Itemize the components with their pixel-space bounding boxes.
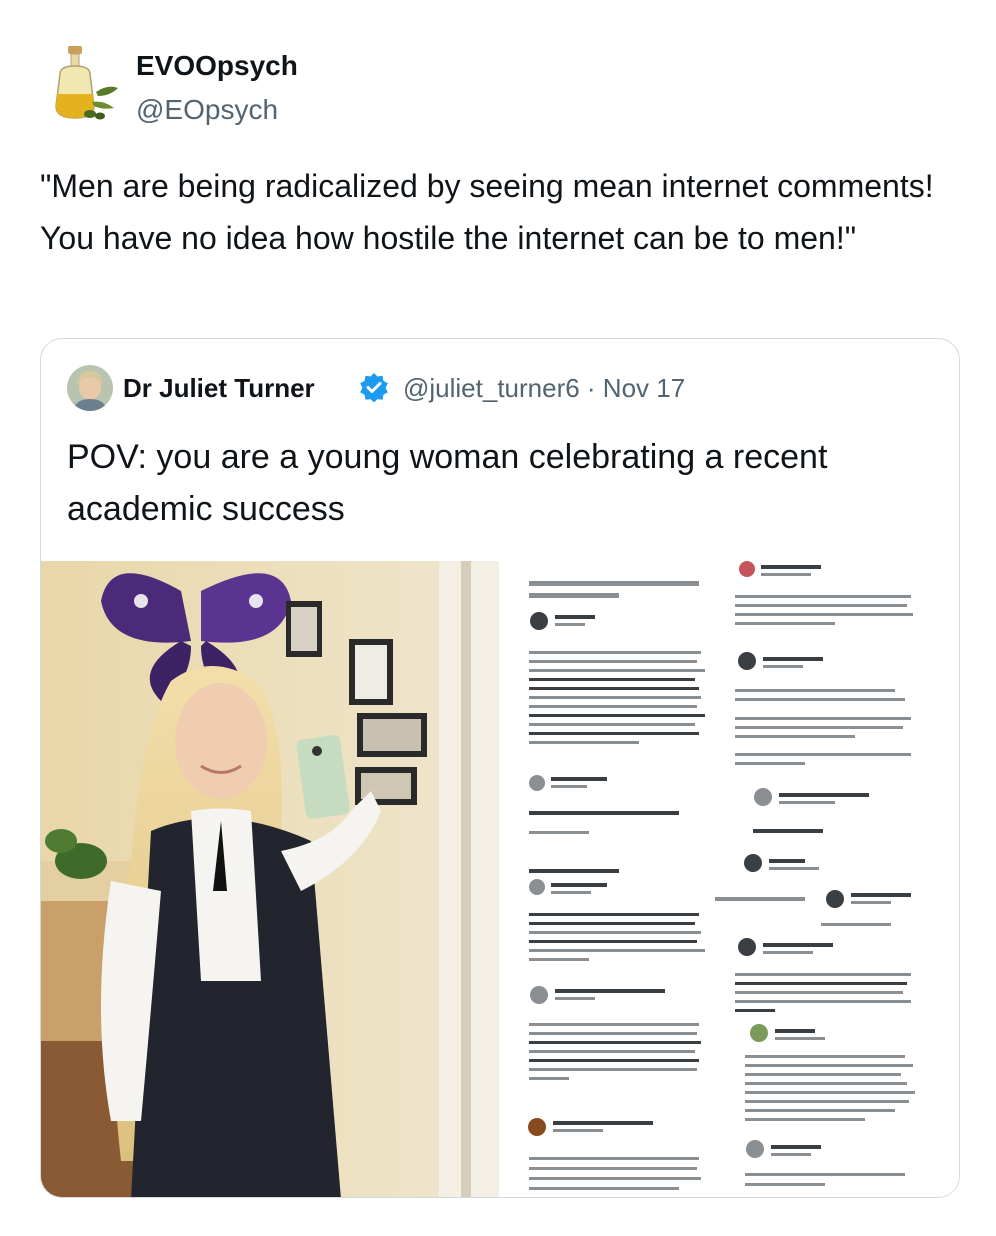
quoted-handle-date[interactable]: @juliet_turner6 · Nov 17 xyxy=(403,373,685,404)
quoted-media[interactable] xyxy=(41,561,959,1197)
author-handle[interactable]: @EOpsych xyxy=(136,94,278,126)
verified-badge-icon xyxy=(359,372,389,403)
author-avatar[interactable] xyxy=(42,44,120,124)
mirror-selfie-photo[interactable] xyxy=(41,561,499,1197)
profile-photo-icon xyxy=(67,365,113,411)
author-name[interactable]: EVOOpsych xyxy=(136,50,298,82)
quoted-author-avatar[interactable] xyxy=(67,365,113,411)
quoted-tweet-text: POV: you are a young woman celebrating a… xyxy=(67,438,828,528)
tweet-text: "Men are being radicalized by seeing mea… xyxy=(40,168,934,256)
quoted-author-name[interactable]: Dr Juliet Turner xyxy=(123,373,315,404)
olive-oil-bottle-icon xyxy=(55,46,118,120)
quoted-tweet-card[interactable]: Dr Juliet Turner @juliet_turner6 · Nov 1… xyxy=(40,338,960,1198)
blurred-comment-screenshots[interactable] xyxy=(503,561,959,1197)
